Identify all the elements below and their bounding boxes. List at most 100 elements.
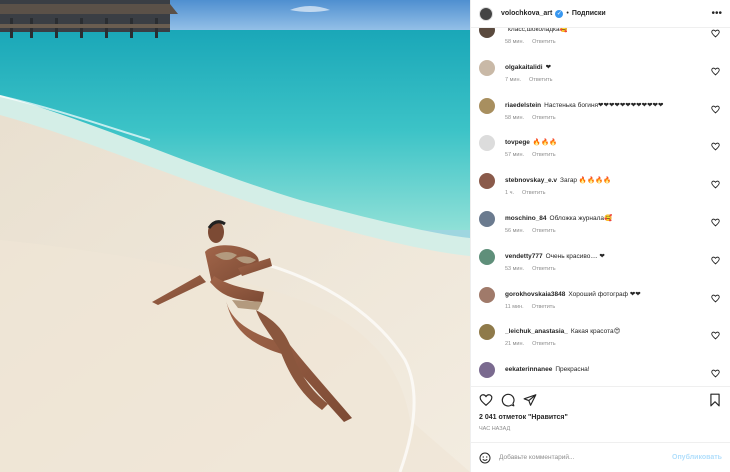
header-separator: • xyxy=(566,10,569,17)
comment-meta: 53 мин. Ответить xyxy=(505,266,556,272)
comment-input[interactable]: Добавьте комментарий... xyxy=(499,454,672,461)
comment-meta: 1 ч. Ответить xyxy=(505,190,546,196)
likes-count[interactable]: 2 041 отметок "Нравится" xyxy=(471,412,730,424)
comment-item: gorokhovskaia3848 Хороший фотограф ❤❤ 11 м… xyxy=(479,286,722,321)
reply-button[interactable]: Ответить xyxy=(532,228,556,234)
commenter-username[interactable]: vendetty777 xyxy=(505,253,543,260)
comment-like-heart-icon[interactable] xyxy=(711,101,720,114)
comment-time[interactable]: 58 мин. xyxy=(505,39,524,45)
post-time[interactable]: час назад xyxy=(471,424,730,436)
commenter-avatar[interactable] xyxy=(479,135,495,152)
comment-like-heart-icon[interactable] xyxy=(711,138,720,151)
comments-list[interactable]: класс,шоколадка🥰 58 мин. Ответить olgakaita… xyxy=(471,28,730,386)
commenter-username[interactable]: tovpege xyxy=(505,139,530,146)
comment-time[interactable]: 53 мин. xyxy=(505,266,524,272)
emoji-icon[interactable] xyxy=(479,452,491,464)
comment-like-heart-icon[interactable] xyxy=(711,252,720,265)
commenter-avatar[interactable] xyxy=(479,173,495,190)
reply-button[interactable]: Ответить xyxy=(532,266,556,272)
comment-like-heart-icon[interactable] xyxy=(711,176,720,189)
commenter-avatar[interactable] xyxy=(479,324,495,341)
comment-meta: 56 мин. Ответить xyxy=(505,228,556,234)
commenter-username[interactable]: olgakaitalidi xyxy=(505,64,543,71)
reply-button[interactable]: Ответить xyxy=(532,115,556,121)
comment-like-heart-icon[interactable] xyxy=(711,28,720,38)
post-photo[interactable] xyxy=(0,0,470,472)
comment-item: _leichuk_anastasia_ Какая красота😍 21 мин.… xyxy=(479,324,722,358)
comment-time[interactable]: 21 мин. xyxy=(505,341,524,347)
comment-item: moschino_84 Обложка журнала🥰 56 мин. Ответи… xyxy=(479,211,722,245)
post-side-panel: volochkova_art ✓ • Подписки ••• класс,шо… xyxy=(470,0,730,472)
comment-like-heart-icon[interactable] xyxy=(711,63,720,76)
more-options-icon[interactable]: ••• xyxy=(711,8,722,19)
commenter-avatar[interactable] xyxy=(479,97,495,114)
commenter-username[interactable]: gorokhovskaia3848 xyxy=(505,291,565,298)
comment-item: stebnovskay_e.v Загар 🔥🔥🔥🔥 1 ч. Ответить xyxy=(479,173,722,207)
comment-item: tovpege 🔥🔥🔥 57 мин. Ответить xyxy=(479,135,722,169)
comment-time[interactable]: 11 мин. xyxy=(505,304,524,310)
verified-badge-icon: ✓ xyxy=(555,9,564,18)
comment-text: Очень красиво.... ❤ xyxy=(545,252,605,260)
comment-text: Настенька богиня❤❤❤❤❤❤❤❤❤❤❤❤ xyxy=(544,101,664,109)
reply-button[interactable]: Ответить xyxy=(532,341,556,347)
commenter-avatar[interactable] xyxy=(479,362,495,379)
comment-meta: 11 мин. Ответить xyxy=(505,304,555,310)
beach-photo xyxy=(0,0,470,472)
comment-meta: 58 мин. Ответить xyxy=(505,115,556,121)
commenter-avatar[interactable] xyxy=(479,286,495,303)
commenter-avatar[interactable] xyxy=(479,59,495,76)
comment-text: ❤ xyxy=(545,63,552,71)
comment-meta xyxy=(505,379,513,385)
author-avatar[interactable] xyxy=(479,6,493,21)
comment-item: olgakaitalidi ❤ 7 мин. Ответить xyxy=(479,59,722,94)
comment-item: vendetty777 Очень красиво.... ❤ 53 мин. Отв… xyxy=(479,248,722,283)
comment-like-heart-icon[interactable] xyxy=(711,327,720,340)
commenter-username[interactable]: eekaterinnanee xyxy=(505,366,552,373)
comment-meta: 57 мин. Ответить xyxy=(505,152,556,158)
reply-button[interactable]: Ответить xyxy=(522,190,546,196)
comment-text: Какая красота😍 xyxy=(570,328,621,336)
comment-like-heart-icon[interactable] xyxy=(711,365,720,378)
comment-text: класс,шоколадка🥰 xyxy=(508,28,568,33)
comment-time[interactable]: 56 мин. xyxy=(505,228,524,234)
add-comment-bar: Добавьте комментарий... Опубликовать xyxy=(471,442,730,472)
reply-button[interactable]: Ответить xyxy=(532,152,556,158)
comment-text: Обложка журнала🥰 xyxy=(549,215,613,222)
action-bar xyxy=(471,386,730,412)
comment-time[interactable]: 1 ч. xyxy=(505,190,514,196)
comment-like-heart-icon[interactable] xyxy=(711,214,720,227)
comment-time[interactable]: 57 мин. xyxy=(505,152,524,158)
publish-button[interactable]: Опубликовать xyxy=(672,454,722,461)
comment-time[interactable]: 7 мин. xyxy=(505,77,521,83)
comment-item: riaedelstein Настенька богиня❤❤❤❤❤❤❤❤❤❤❤❤… xyxy=(479,97,722,132)
comment-item: класс,шоколадка🥰 58 мин. Ответить xyxy=(479,28,722,56)
reply-button[interactable]: Ответить xyxy=(532,39,556,45)
post-header: volochkova_art ✓ • Подписки ••• xyxy=(471,0,730,28)
comment-item: eekaterinnanee Прекрасна! xyxy=(479,362,722,386)
commenter-username[interactable]: stebnovskay_e.v xyxy=(505,177,557,184)
commenter-avatar[interactable] xyxy=(479,28,495,38)
commenter-username[interactable]: riaedelstein xyxy=(505,102,541,109)
share-icon[interactable] xyxy=(523,393,537,407)
comment-text: Хороший фотограф ❤❤ xyxy=(568,290,641,298)
comment-text: Прекрасна! xyxy=(555,366,590,374)
commenter-avatar[interactable] xyxy=(479,211,495,227)
commenter-avatar[interactable] xyxy=(479,248,495,265)
commenter-username[interactable]: moschino_84 xyxy=(505,215,547,222)
comment-time[interactable]: 58 мин. xyxy=(505,115,524,121)
reply-button[interactable]: Ответить xyxy=(532,304,556,310)
comment-meta: 21 мин. Ответить xyxy=(505,341,556,347)
bookmark-icon[interactable] xyxy=(708,393,722,407)
comment-meta: 7 мин. Ответить xyxy=(505,77,553,83)
author-username[interactable]: volochkova_art xyxy=(501,10,552,17)
commenter-username[interactable]: _leichuk_anastasia_ xyxy=(505,328,568,335)
following-button[interactable]: Подписки xyxy=(572,10,606,17)
comment-meta: 58 мин. Ответить xyxy=(505,39,556,45)
comment-text: Загар 🔥🔥🔥🔥 xyxy=(560,177,612,185)
heart-icon[interactable] xyxy=(479,393,493,407)
comment-text: 🔥🔥🔥 xyxy=(532,139,558,147)
comment-like-heart-icon[interactable] xyxy=(711,290,720,303)
comment-icon[interactable] xyxy=(501,393,515,407)
post-modal: volochkova_art ✓ • Подписки ••• класс,шо… xyxy=(0,0,730,472)
reply-button[interactable]: Ответить xyxy=(529,77,553,83)
